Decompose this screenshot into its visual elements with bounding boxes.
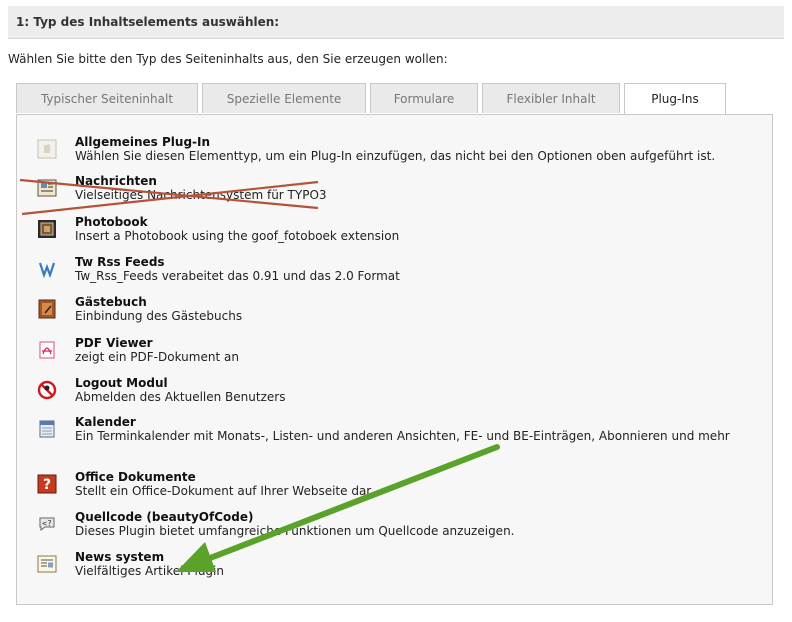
news-icon <box>37 178 57 198</box>
list-item[interactable]: Nachrichten Vielseitiges Nachrichtensyst… <box>37 174 755 202</box>
item-desc: Insert a Photobook using the goof_fotobo… <box>75 229 400 243</box>
list-item[interactable]: News system Vielfältiges Artikel Plugin <box>37 550 755 578</box>
tab-flexibler-inhalt[interactable]: Flexibler Inhalt <box>482 83 620 113</box>
logout-icon <box>37 380 57 400</box>
item-title: News system <box>75 550 165 564</box>
list-item[interactable]: PDF Viewer zeigt ein PDF-Dokument an <box>37 336 755 364</box>
list-item[interactable]: Allgemeines Plug-In Wählen Sie diesen El… <box>37 135 755 163</box>
list-item[interactable]: Gästebuch Einbindung des Gästebuchs <box>37 295 755 323</box>
rss-icon <box>37 259 57 279</box>
newssystem-icon <box>37 554 57 574</box>
section-title: 1: Typ des Inhaltselements auswählen: <box>16 15 280 29</box>
item-desc: zeigt ein PDF-Dokument an <box>75 350 239 364</box>
tab-spezielle-elemente[interactable]: Spezielle Elemente <box>202 83 366 113</box>
item-title: Office Dokumente <box>75 470 196 484</box>
tab-typischer-seiteninhalt[interactable]: Typischer Seiteninhalt <box>16 83 198 113</box>
item-desc: Ein Terminkalender mit Monats-, Listen- … <box>75 429 730 443</box>
puzzle-icon <box>37 139 57 159</box>
item-desc: Tw_Rss_Feeds verabeitet das 0.91 und das… <box>75 269 400 283</box>
item-title: Allgemeines Plug-In <box>75 135 211 149</box>
item-desc: Abmelden des Aktuellen Benutzers <box>75 390 286 404</box>
item-title: Logout Modul <box>75 376 168 390</box>
plugin-panel: Allgemeines Plug-In Wählen Sie diesen El… <box>16 114 773 605</box>
section-header: 1: Typ des Inhaltselements auswählen: <box>8 6 784 39</box>
code-icon: <? <box>37 514 57 534</box>
tab-bar: Typischer Seiteninhalt Spezielle Element… <box>16 83 776 116</box>
list-item[interactable]: Kalender Ein Terminkalender mit Monats-,… <box>37 415 755 443</box>
list-item[interactable]: Logout Modul Abmelden des Aktuellen Benu… <box>37 376 755 404</box>
photobook-icon <box>37 219 57 239</box>
item-desc: Dieses Plugin bietet umfangreiche Funkti… <box>75 524 515 538</box>
list-item[interactable]: <? Quellcode (beautyOfCode) Dieses Plugi… <box>37 510 755 538</box>
tab-formulare[interactable]: Formulare <box>370 83 478 113</box>
list-item[interactable]: ? Office Dokumente Stellt ein Office-Dok… <box>37 470 755 498</box>
item-title: Tw Rss Feeds <box>75 255 165 269</box>
intro-text: Wählen Sie bitte den Typ des Seiteninhal… <box>8 52 448 66</box>
svg-text:<?: <? <box>42 519 52 528</box>
list-item[interactable]: Photobook Insert a Photobook using the g… <box>37 215 755 243</box>
item-title: Photobook <box>75 215 148 229</box>
item-desc: Wählen Sie diesen Elementtyp, um ein Plu… <box>75 149 716 163</box>
item-desc: Stellt ein Office-Dokument auf Ihrer Web… <box>75 484 374 498</box>
svg-text:?: ? <box>43 477 51 493</box>
calendar-icon <box>37 419 57 439</box>
item-desc: Einbindung des Gästebuchs <box>75 309 243 323</box>
item-desc: Vielfältiges Artikel Plugin <box>75 564 224 578</box>
item-title: Kalender <box>75 415 136 429</box>
item-desc: Vielseitiges Nachrichtensystem für TYPO3 <box>75 188 327 202</box>
list-item[interactable]: Tw Rss Feeds Tw_Rss_Feeds verabeitet das… <box>37 255 755 283</box>
office-icon: ? <box>37 474 57 494</box>
item-title: Gästebuch <box>75 295 147 309</box>
item-title: Quellcode (beautyOfCode) <box>75 510 254 524</box>
tab-plug-ins[interactable]: Plug-Ins <box>624 83 726 116</box>
item-title: Nachrichten <box>75 174 157 188</box>
guestbook-icon <box>37 299 57 319</box>
pdf-icon <box>37 340 57 360</box>
item-title: PDF Viewer <box>75 336 153 350</box>
